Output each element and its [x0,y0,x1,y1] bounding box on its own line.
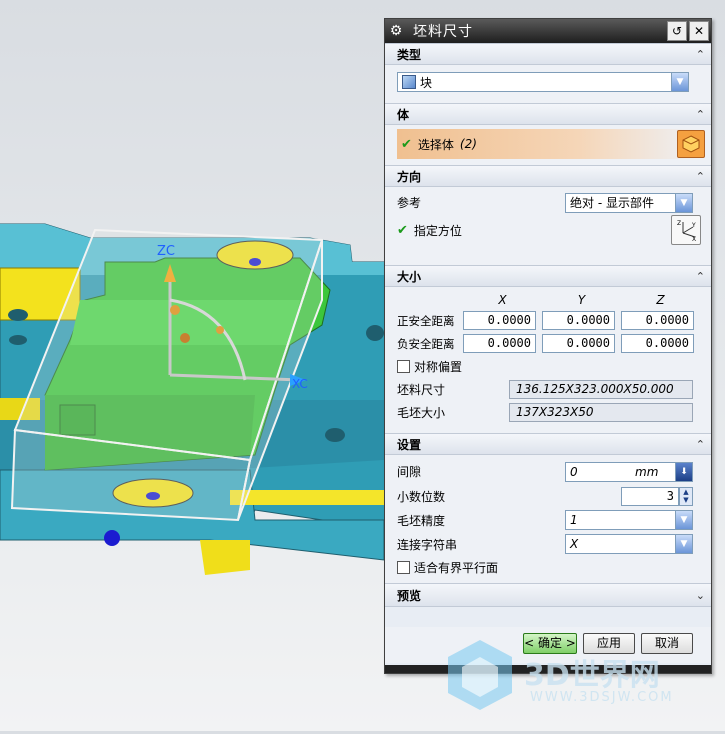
gap-input[interactable]: 0 mm ⬇ [565,461,693,482]
orient-label: 指定方位 [413,223,462,238]
neg-z-input[interactable]: 0.0000 [621,334,694,353]
fit-bounded-label: 适合有界平行面 [414,560,499,575]
col-y-header: Y [577,293,586,307]
rough-size-value: 137X323X50 [509,403,693,422]
precision-label: 毛坯精度 [397,513,446,528]
pos-z-input[interactable]: 0.0000 [621,311,694,330]
dropdown-arrow-icon[interactable]: ▼ [675,511,692,529]
type-select[interactable]: 块 ▼ [397,72,689,92]
gear-icon[interactable]: ⚙ [385,23,407,39]
section-type-header[interactable]: 类型 ⌃ [385,43,711,65]
section-settings-header[interactable]: 设置 ⌃ [385,433,711,455]
gap-label: 间隙 [397,465,422,479]
dropdown-arrow-icon[interactable]: ▼ [671,73,688,91]
connector-select[interactable]: X ▼ [565,534,693,554]
connector-value: X [570,537,579,551]
dropdown-arrow-icon[interactable]: ▼ [675,193,692,212]
fit-bounded-checkbox[interactable] [397,560,410,574]
close-icon[interactable]: ✕ [689,21,709,41]
chevron-up-icon: ⌃ [695,169,705,183]
rough-size-label: 毛坯大小 [397,406,446,420]
symmetric-label: 对称偏置 [414,360,463,374]
watermark-brand: 3D世界网 [524,658,660,693]
blank-size-dialog: ⚙ 坯料尺寸 ↺ ✕ 类型 ⌃ 块 ▼ 体 ⌃ ✔ 选择体 (2) 方向 ⌃ 参… [384,18,712,674]
section-preview-header[interactable]: 预览 ⌄ [385,583,711,607]
decimals-input[interactable]: 3 [621,486,679,506]
block-icon [402,75,416,89]
decimals-label: 小数位数 [397,489,446,504]
gap-unit: mm [635,464,659,479]
decimals-spinner[interactable]: ▲ ▼ [679,486,693,506]
section-body-title: 体 [397,107,410,122]
select-body-count: (2) [459,137,477,151]
watermark-logo-icon [448,640,512,710]
section-type-title: 类型 [397,47,422,62]
section-body-header[interactable]: 体 ⌃ [385,103,711,125]
reference-select[interactable]: 绝对 - 显示部件 ▼ [565,192,693,213]
reference-label: 参考 [397,196,422,210]
section-preview-title: 预览 [397,588,422,603]
precision-value: 1 [570,513,578,527]
col-x-header: X [498,293,507,307]
cube-icon [682,135,700,153]
section-direction-header[interactable]: 方向 ⌃ [385,165,711,187]
dialog-title: 坯料尺寸 [413,24,473,40]
chevron-down-icon: ⌄ [695,588,705,602]
pos-distance-label: 正安全距离 [397,313,455,328]
blank-size-value: 136.125X323.000X50.000 [509,380,693,399]
csys-button[interactable]: Z Y X [671,215,701,245]
reset-icon[interactable]: ↺ [667,21,687,41]
checkmark-icon: ✔ [401,136,412,152]
pos-x-input[interactable]: 0.0000 [463,311,536,330]
svg-text:Y: Y [691,222,696,229]
csys-icon: Z Y X [677,220,696,241]
symmetric-checkbox[interactable] [397,360,410,373]
type-select-value: 块 [420,75,433,90]
connector-label: 连接字符串 [397,537,458,552]
select-body-row[interactable]: ✔ 选择体 (2) [397,129,705,159]
col-z-header: Z [656,293,665,307]
gap-value: 0 [570,464,578,479]
precision-select[interactable]: 1 ▼ [565,510,693,530]
pos-y-input[interactable]: 0.0000 [542,311,615,330]
neg-x-input[interactable]: 0.0000 [463,334,536,353]
zc-axis-label: ZC [157,244,175,259]
select-body-label: 选择体 [417,137,454,152]
reference-select-value: 绝对 - 显示部件 [570,196,654,210]
chevron-up-icon: ⌃ [695,47,705,61]
section-size-title: 大小 [397,269,422,284]
svg-text:X: X [692,236,696,241]
neg-y-input[interactable]: 0.0000 [542,334,615,353]
select-body-button[interactable] [677,130,705,158]
section-size-header[interactable]: 大小 ⌃ [385,265,711,287]
blank-size-label: 坯料尺寸 [397,383,446,397]
dialog-titlebar[interactable]: ⚙ 坯料尺寸 ↺ ✕ [385,19,711,43]
dropdown-arrow-icon[interactable]: ▼ [675,535,692,553]
svg-text:Z: Z [677,220,681,227]
checkmark-icon: ✔ [397,222,408,238]
chevron-up-icon: ⌃ [695,107,705,121]
watermark-url: WWW.3DSJW.COM [530,690,674,705]
neg-distance-label: 负安全距离 [397,336,455,351]
xc-axis-label: XC [292,377,308,391]
arrow-down-icon[interactable]: ⬇ [675,462,692,481]
section-direction-title: 方向 [397,169,422,184]
chevron-up-icon: ⌃ [695,437,705,451]
chevron-up-icon: ⌃ [695,269,705,283]
section-settings-title: 设置 [397,437,422,452]
